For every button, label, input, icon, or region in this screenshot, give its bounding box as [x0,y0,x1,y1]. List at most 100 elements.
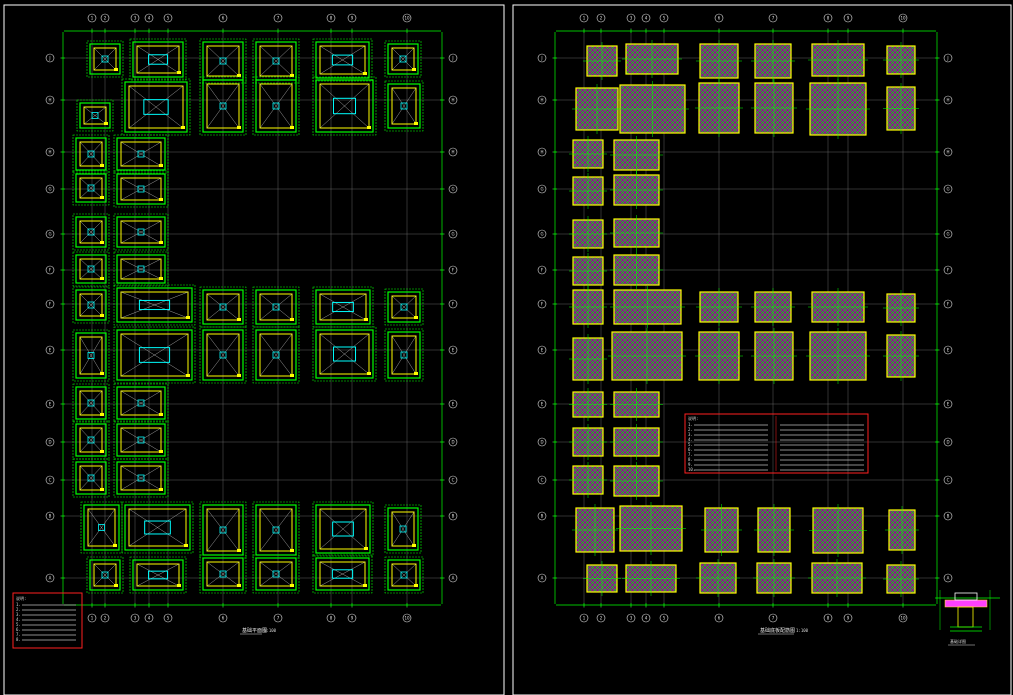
footing[interactable] [199,38,247,84]
rebar-mat[interactable] [610,215,663,251]
rebar-mat[interactable] [696,40,742,82]
rebar-mat[interactable] [569,388,607,421]
footing[interactable] [113,134,169,174]
footing[interactable] [113,213,169,251]
rebar-mat[interactable] [885,506,919,554]
rebar-mat[interactable] [610,388,663,421]
rebar-mat[interactable] [610,424,663,460]
rebar-mat[interactable] [610,462,663,500]
rebar-mat[interactable] [622,40,682,78]
rebar-mat[interactable] [610,251,663,289]
footing[interactable] [113,420,169,460]
footing[interactable] [384,80,424,132]
rebar-mat[interactable] [806,79,870,139]
rebar-mat[interactable] [883,290,919,326]
footing[interactable] [252,76,300,136]
rebar-mat[interactable] [883,561,919,597]
axis-bubble-row-label: J [48,56,50,61]
foundation-section-detail[interactable]: 基础详图 [935,590,1000,646]
footing[interactable] [72,458,110,498]
axis-bubble-col: 5 [659,13,669,23]
rebar-mat[interactable] [883,83,919,134]
axis-bubble-col: 10 [898,613,908,623]
footing[interactable] [72,134,110,174]
footing[interactable] [80,501,123,554]
rebar-mat[interactable] [751,328,797,384]
rebar-mat[interactable] [696,559,740,597]
footing[interactable] [384,556,424,594]
footing[interactable] [113,284,196,326]
rebar-mat[interactable] [569,462,607,498]
footing[interactable] [72,170,110,206]
footing[interactable] [113,251,169,287]
rebar-mat[interactable] [569,173,607,209]
footing[interactable] [252,554,300,594]
rebar-mat[interactable] [583,561,621,596]
rebar-mat[interactable] [754,504,794,556]
rebar-mat[interactable] [616,502,686,555]
rebar-mat[interactable] [583,42,621,80]
footing[interactable] [113,326,196,384]
rebar-mat[interactable] [696,288,742,326]
rebar-mat[interactable] [806,328,870,384]
rebar-mat[interactable] [808,40,868,80]
footing[interactable] [72,286,110,324]
rebar-mat[interactable] [572,504,618,556]
footing[interactable] [129,556,187,594]
rebar-mat[interactable] [616,81,689,137]
rebar-mat[interactable] [883,42,919,78]
footing[interactable] [312,76,377,136]
rebar-mat[interactable] [569,334,607,384]
footing[interactable] [312,38,373,82]
footing[interactable] [312,501,374,557]
footing[interactable] [384,328,424,382]
rebar-mat[interactable] [751,79,797,137]
rebar-mat[interactable] [608,328,686,384]
footing[interactable] [76,99,114,132]
rebar-mat[interactable] [569,286,607,328]
rebar-mat[interactable] [569,424,607,460]
rebar-mat[interactable] [572,84,622,134]
footing[interactable] [384,40,422,78]
rebar-mat[interactable] [809,504,867,557]
footing[interactable] [72,383,110,423]
footing[interactable] [72,329,110,382]
rebar-mat[interactable] [753,559,795,597]
footing[interactable] [113,458,169,498]
rebar-mat[interactable] [808,288,868,326]
footing[interactable] [129,38,187,81]
footing[interactable] [312,326,377,382]
footing[interactable] [113,383,169,423]
footing[interactable] [252,501,300,559]
footing[interactable] [121,78,191,136]
footing[interactable] [252,38,300,84]
footing[interactable] [72,251,110,287]
footing[interactable] [252,286,300,328]
rebar-mat[interactable] [622,561,680,596]
footing[interactable] [121,501,194,554]
rebar-mat[interactable] [751,40,795,82]
footing[interactable] [312,554,373,594]
cad-drawing-canvas[interactable]: 1 1 2 2 3 3 4 4 5 5 6 6 7 7 8 8 9 9 10 10 J J H H H H G G G G F F F F E E E E… [0,0,1013,695]
left-foundation-footings[interactable] [72,38,424,594]
footing[interactable] [72,420,110,460]
rebar-mat[interactable] [883,331,919,381]
footing[interactable] [384,504,422,554]
footing[interactable] [72,213,110,251]
axis-bubble-row: D [943,437,953,447]
right-foundation-rebar-mats[interactable] [569,40,919,597]
footing[interactable] [384,288,424,326]
rebar-mat[interactable] [610,136,663,174]
rebar-mat[interactable] [751,288,795,326]
rebar-mat[interactable] [610,286,685,328]
rebar-mat[interactable] [808,559,866,597]
rebar-mat[interactable] [569,253,607,289]
footing[interactable] [252,326,300,384]
rebar-mat[interactable] [610,171,663,209]
rebar-mat[interactable] [569,216,607,252]
footing[interactable] [312,286,374,328]
rebar-mat[interactable] [695,328,743,384]
rebar-mat[interactable] [695,79,743,137]
rebar-mat[interactable] [701,504,742,556]
rebar-mat[interactable] [569,136,607,172]
